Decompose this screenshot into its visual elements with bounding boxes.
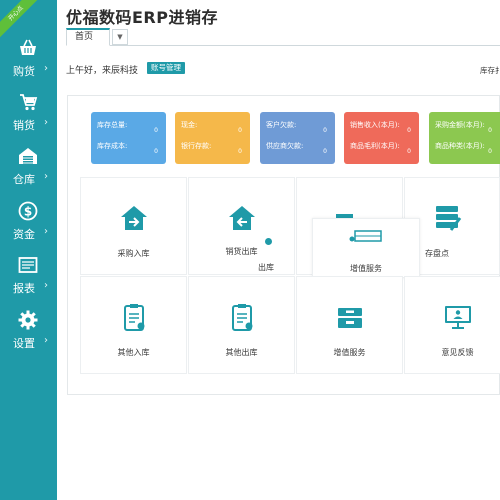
stack-icon <box>436 206 462 231</box>
chevron-right-icon: › <box>44 117 48 128</box>
overlay-service-card[interactable]: 增值服务 <box>312 218 420 278</box>
tile-label: 销货出库 <box>225 247 258 256</box>
clipboard-out-icon <box>231 304 252 331</box>
tile-label: 其他出库 <box>225 348 258 357</box>
sidebar: 开心点 购货 › 销货 › 仓库 › $ 资金 › 报表 › 设置 › <box>0 0 57 500</box>
house-arrow-out-icon <box>228 206 255 230</box>
app-title: 优福数码ERP进销存 <box>66 8 218 27</box>
stat-label: 库存总量: <box>97 121 128 129</box>
warehouse-icon <box>19 148 37 164</box>
inventory-partial-label: 库存扌 <box>480 66 500 75</box>
tile-label: 采购入库 <box>117 249 150 258</box>
stat-value: 0 <box>238 127 242 134</box>
stat-value: 0 <box>238 148 242 155</box>
stat-card-sales: 销售收入(本月): 0 商品毛利(本月): 0 <box>344 112 419 164</box>
tile-other-out[interactable]: 其他出库 <box>188 276 295 374</box>
dot-icon <box>265 238 272 245</box>
sidebar-item-sales[interactable]: 销货 › <box>0 90 57 140</box>
stat-value: 0 <box>323 148 327 155</box>
chevron-right-icon: › <box>44 280 48 291</box>
tile-sales-out[interactable]: 销货出库 <box>188 177 295 275</box>
chevron-right-icon: › <box>44 226 48 237</box>
cart-icon <box>20 94 38 111</box>
cabinet-icon <box>337 308 362 328</box>
stat-label: 销售收入(本月): <box>350 121 400 129</box>
stat-value: 0 <box>407 127 411 134</box>
stat-value: 0 <box>154 127 158 134</box>
tile-feedback[interactable]: 意见反馈 <box>404 276 500 374</box>
chevron-right-icon: › <box>44 63 48 74</box>
stat-card-debts: 客户欠款: 0 供应商欠款: 0 <box>260 112 335 164</box>
chevron-right-icon: › <box>44 171 48 182</box>
tile-purchase-in[interactable]: 采购入库 <box>80 177 187 275</box>
gear-icon <box>18 310 38 330</box>
chevron-right-icon: › <box>44 335 48 346</box>
stat-label: 银行存款: <box>181 142 212 150</box>
tile-label: 增值服务 <box>333 348 366 357</box>
sidebar-item-settings[interactable]: 设置 › <box>0 308 57 358</box>
stat-value: 0 <box>154 148 158 155</box>
stat-label: 商品毛利(本月): <box>350 142 400 150</box>
report-icon <box>18 257 38 273</box>
stat-label: 现金: <box>181 121 198 129</box>
overlay-label: 增值服务 <box>350 264 382 273</box>
house-arrow-in-icon <box>120 206 147 230</box>
tile-other-in[interactable]: 其他入库 <box>80 276 187 374</box>
sidebar-item-reports[interactable]: 报表 › <box>0 253 57 303</box>
svg-text:$: $ <box>24 205 32 219</box>
corner-badge: 开心点 <box>0 0 42 39</box>
sidebar-item-purchase[interactable]: 购货 › <box>0 36 57 86</box>
partial-out-label: 出库 <box>258 263 274 272</box>
stat-value: 0 <box>488 148 492 155</box>
tab-home[interactable]: 首页 <box>66 28 110 46</box>
cabinet-icon <box>349 230 382 242</box>
monitor-icon <box>444 306 471 329</box>
sidebar-item-label: 销货 <box>13 119 35 132</box>
tab-bar: 首页 ▼ <box>66 26 500 46</box>
tile-value-added[interactable]: 增值服务 <box>296 276 403 374</box>
tile-label: 存盘点 <box>425 249 449 258</box>
stat-card-purchase: 采购金额(本月): 0 商品种类(本月): 0 <box>429 112 500 164</box>
basket-icon <box>20 39 36 55</box>
sidebar-item-warehouse[interactable]: 仓库 › <box>0 144 57 194</box>
stat-label: 库存成本: <box>97 142 128 150</box>
sidebar-item-label: 购货 <box>13 65 35 78</box>
stat-label: 供应商欠款: <box>266 142 304 150</box>
account-management-button[interactable]: 账号管理 <box>147 62 185 74</box>
sidebar-item-label: 资金 <box>13 228 35 241</box>
sidebar-item-funds[interactable]: $ 资金 › <box>0 199 57 249</box>
caret-down-icon[interactable]: ▼ <box>112 29 128 45</box>
stat-label: 商品种类(本月): <box>435 142 485 150</box>
stat-value: 0 <box>488 127 492 134</box>
tile-label: 意见反馈 <box>441 348 474 357</box>
sidebar-item-label: 报表 <box>13 282 35 295</box>
clipboard-in-icon <box>123 304 144 331</box>
stat-label: 采购金额(本月): <box>435 121 485 129</box>
tile-label: 其他入库 <box>117 348 150 357</box>
sidebar-item-label: 设置 <box>13 337 35 350</box>
dollar-icon: $ <box>18 201 38 221</box>
sidebar-item-label: 仓库 <box>13 173 35 186</box>
stat-label: 客户欠款: <box>266 121 297 129</box>
stat-card-cash: 现金: 0 银行存款: 0 <box>175 112 250 164</box>
stat-value: 0 <box>323 127 327 134</box>
stat-card-inventory: 库存总量: 0 库存成本: 0 <box>91 112 166 164</box>
stat-value: 0 <box>407 148 411 155</box>
greeting-text: 上午好，来辰科技 <box>66 66 139 76</box>
